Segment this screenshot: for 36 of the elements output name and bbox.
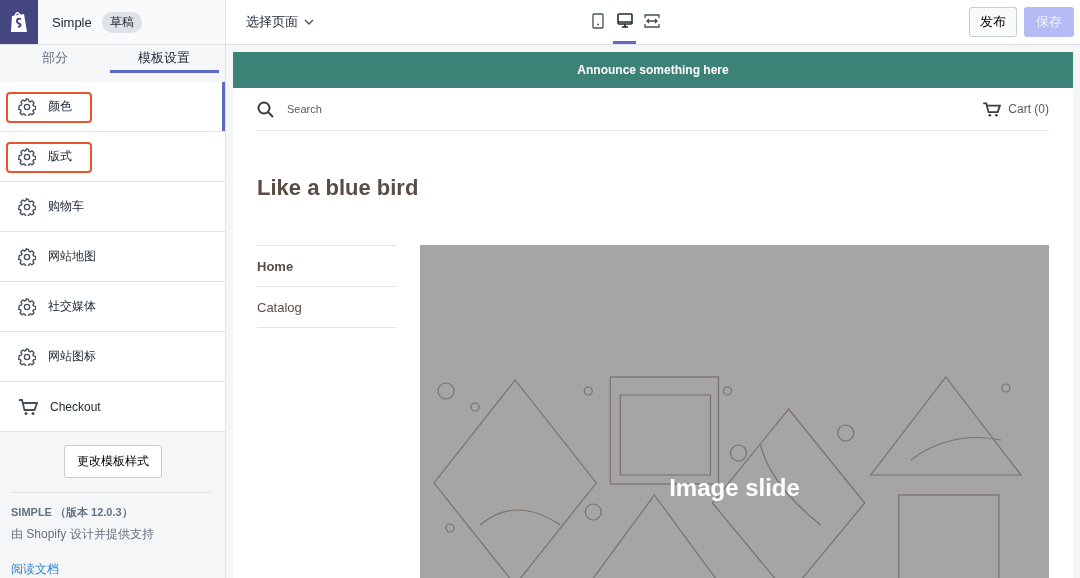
page-select[interactable]: 选择页面 (240, 12, 320, 32)
settings-item[interactable]: 购物车 (0, 182, 225, 232)
slide-caption: Image slide (669, 474, 800, 502)
nav-link[interactable]: Home (257, 246, 396, 287)
settings-item[interactable]: 版式 (0, 132, 225, 182)
cart-icon (18, 397, 38, 416)
publish-button[interactable]: 发布 (969, 7, 1017, 37)
phone-icon (591, 12, 604, 29)
search-icon (257, 100, 274, 118)
expand-arrows-icon (643, 13, 660, 28)
settings-item[interactable]: 网站地图 (0, 232, 225, 282)
search-field[interactable]: Search (287, 103, 322, 115)
docs-link[interactable]: 阅读文档 (11, 561, 59, 578)
announcement-bar: Announce something here (233, 52, 1073, 88)
cart-link[interactable]: Cart (0) (1008, 102, 1049, 116)
theme-author: 由 Shopify 设计并提供支持 (11, 526, 155, 543)
settings-item[interactable]: 网站图标 (0, 332, 225, 382)
theme-version: SIMPLE （版本 12.0.3） (11, 505, 134, 520)
gear-icon (18, 297, 36, 316)
gear-icon (18, 97, 36, 116)
sidebar-tab[interactable]: 模板设置 (109, 45, 219, 73)
gear-icon (18, 247, 36, 266)
settings-item[interactable]: 社交媒体 (0, 282, 225, 332)
cart-icon (983, 101, 1002, 117)
settings-item[interactable]: 颜色 (0, 82, 225, 132)
theme-name: Simple (52, 14, 92, 30)
gear-icon (18, 347, 36, 366)
sidebar-tab[interactable]: 部分 (0, 45, 110, 73)
chevron-down-icon (304, 19, 314, 25)
gear-icon (18, 147, 36, 166)
store-title: Like a blue bird (257, 175, 420, 201)
monitor-icon (616, 12, 633, 29)
status-badge: 草稿 (101, 11, 142, 33)
gear-icon (18, 197, 36, 216)
change-theme-button[interactable]: 更改模板样式 (63, 445, 162, 478)
nav-link[interactable]: Catalog (257, 287, 396, 328)
